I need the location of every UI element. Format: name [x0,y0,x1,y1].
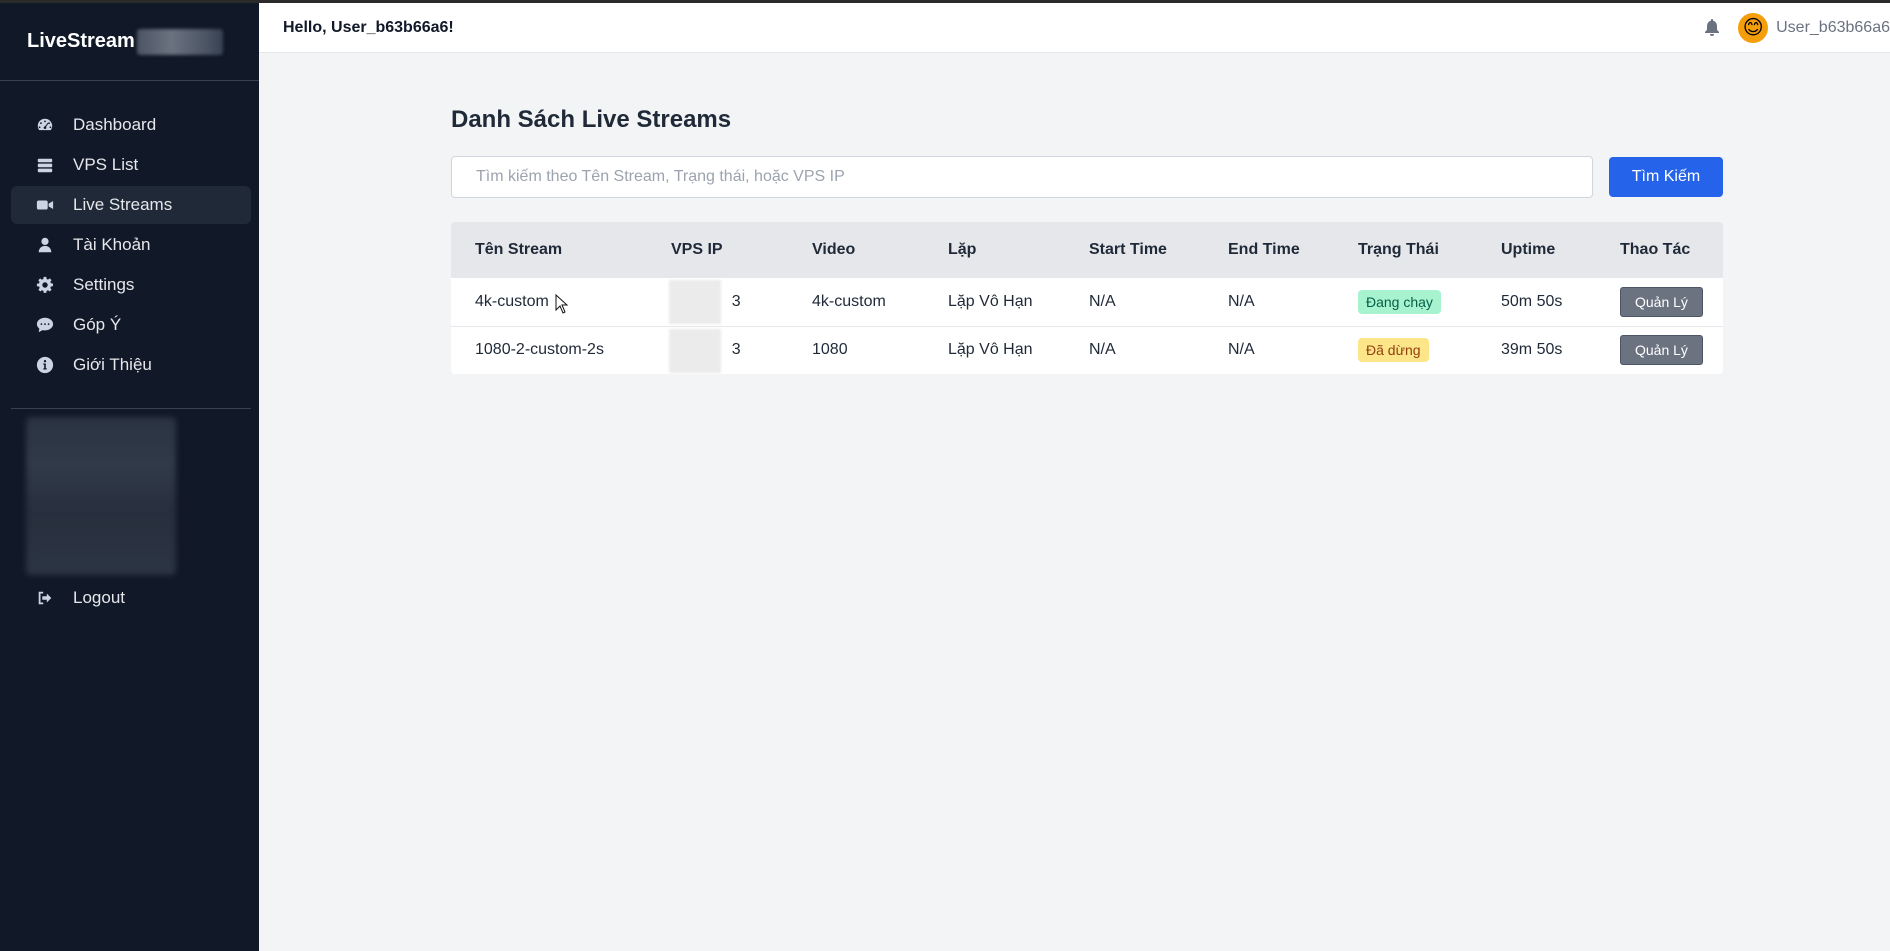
avatar[interactable]: 😊 [1738,12,1769,43]
vps-ip-cell: 493 [647,326,788,374]
bell-icon[interactable] [1704,18,1722,37]
column-header[interactable]: Uptime [1477,222,1596,278]
table-row: 4k-custom 493 4k-custom Lặp Vô Hạn N/A N… [451,278,1723,327]
main-area: Hello, User_b63b66a6! 😊 User_b63b66a6 Da… [259,3,1890,951]
app-window: LiveStream Dashboard VPS List Live Strea… [0,3,1890,951]
start-time: N/A [1089,341,1116,359]
table-row: 1080-2-custom-2s 493 1080 Lặp Vô Hạn N/A… [451,326,1723,374]
user-area: 😊 User_b63b66a6 [1704,12,1890,43]
sidebar-item-feedback[interactable]: Góp Ý [11,306,251,344]
video-name: 4k-custom [788,278,924,327]
page-title: Danh Sách Live Streams [451,106,732,133]
column-header[interactable]: Video [788,222,924,278]
end-time: N/A [1228,341,1255,359]
sidebar-item-label: Live Streams [73,195,173,214]
search-input[interactable] [451,156,1593,198]
sidebar: LiveStream Dashboard VPS List Live Strea… [0,3,259,951]
sidebar-item-live-streams[interactable]: Live Streams [11,186,251,224]
sidebar-item-label: Tài Khoản [73,235,151,254]
vps-ip-cell: 493 [647,278,788,327]
video-name: 1080 [812,341,848,359]
start-time: N/A [1065,278,1204,327]
stream-name: 4k-custom [451,278,647,327]
top-bar: Hello, User_b63b66a6! 😊 User_b63b66a6 [259,3,1890,53]
sidebar-nav: Dashboard VPS List Live Streams Tài Khoả… [0,81,259,384]
column-header[interactable]: Thao Tác [1596,222,1723,278]
sidebar-item-label: Settings [73,275,135,294]
brand-redacted [136,28,223,55]
info-icon [35,356,55,374]
status-badge: Đã dừng [1358,338,1429,363]
sidebar-item-account[interactable]: Tài Khoản [11,226,251,264]
sidebar-item-label: Dashboard [73,115,157,134]
sidebar-item-label: VPS List [73,155,139,174]
sidebar-item-about[interactable]: Giới Thiệu [11,346,251,384]
manage-button[interactable]: Quản Lý [1620,286,1703,317]
status-cell: Đã dừng [1334,326,1477,374]
logout-button[interactable]: Logout [11,579,251,617]
column-header[interactable]: Start Time [1065,222,1204,278]
sidebar-divider [11,408,251,409]
mouse-cursor-icon [555,294,569,314]
sidebar-redacted-panel [26,417,176,575]
column-header[interactable]: VPS IP [647,222,788,278]
brand[interactable]: LiveStream [0,3,259,81]
vps-ip-suffix: 3 [731,341,741,359]
sidebar-item-label: Góp Ý [73,315,122,334]
action-cell: Quản Lý [1596,326,1723,374]
status-cell: Đang chạy [1334,278,1477,327]
stream-name: 1080-2-custom-2s [475,341,604,359]
table-header-row: Tên Stream VPS IP Video Lặp Start Time E… [451,222,1723,278]
search-bar: Tìm Kiếm [451,156,1723,198]
manage-button[interactable]: Quản Lý [1620,335,1703,366]
loop-mode: Lặp Vô Hạn [948,341,1033,359]
uptime: 39m 50s [1501,341,1563,359]
logout-label: Logout [73,588,125,607]
vps-ip-suffix: 3 [731,292,741,310]
logout-icon [35,589,55,607]
sidebar-item-vps-list[interactable]: VPS List [11,146,251,184]
search-button[interactable]: Tìm Kiếm [1609,157,1723,197]
sidebar-item-label: Giới Thiệu [73,355,152,374]
gear-icon [35,276,55,294]
comment-icon [35,316,55,334]
column-header[interactable]: Tên Stream [451,222,647,278]
column-header[interactable]: End Time [1204,222,1334,278]
ip-redaction [669,328,721,373]
content: Danh Sách Live Streams Tìm Kiếm Tên Stre… [451,106,1723,374]
uptime: 50m 50s [1477,278,1596,327]
username[interactable]: User_b63b66a6 [1776,19,1890,37]
video-icon [35,196,55,214]
column-header[interactable]: Trạng Thái [1334,222,1477,278]
brand-name: LiveStream [27,30,135,52]
user-icon [35,236,55,254]
action-cell: Quản Lý [1596,278,1723,327]
streams-table: Tên Stream VPS IP Video Lặp Start Time E… [451,222,1723,374]
greeting-text: Hello, User_b63b66a6! [283,18,454,36]
status-badge: Đang chạy [1358,289,1441,314]
ip-redaction [669,280,721,324]
sidebar-item-settings[interactable]: Settings [11,266,251,304]
column-header[interactable]: Lặp [924,222,1065,278]
sidebar-item-dashboard[interactable]: Dashboard [11,106,251,144]
server-icon [35,156,55,174]
end-time: N/A [1204,278,1334,327]
loop-mode: Lặp Vô Hạn [924,278,1065,327]
gauge-icon [35,116,55,134]
